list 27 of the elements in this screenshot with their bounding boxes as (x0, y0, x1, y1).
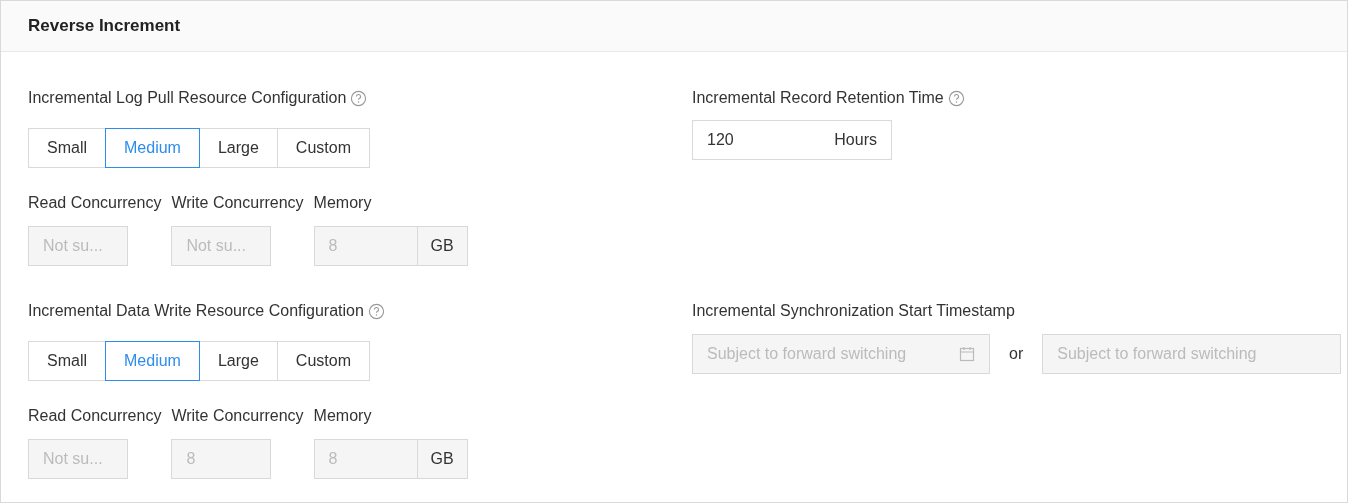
unit-label: Hours (834, 131, 877, 149)
field-label: Write Concurrency (171, 406, 304, 426)
retention-input[interactable]: 120 (693, 121, 813, 159)
size-option[interactable]: Large (198, 128, 278, 168)
card-title: Reverse Increment (28, 16, 181, 36)
unit-addon: GB (417, 439, 468, 479)
size-option[interactable]: Small (28, 128, 106, 168)
separator-text: or (1009, 345, 1024, 363)
size-option[interactable]: Custom (276, 128, 370, 168)
section-label: Incremental Data Write Resource Configuration (28, 302, 364, 320)
field-label: Read Concurrency (28, 193, 162, 213)
field-label: Write Concurrency (171, 193, 304, 213)
section-label: Incremental Log Pull Resource Configuration (28, 89, 347, 107)
field-label: Read Concurrency (28, 406, 162, 426)
help-icon[interactable] (367, 302, 385, 320)
unit-addon: GB (417, 226, 468, 266)
retention-field[interactable]: 120 Hours (692, 120, 892, 160)
size-option[interactable]: Small (28, 341, 106, 381)
calendar-icon (959, 346, 975, 362)
size-option[interactable]: Custom (276, 341, 370, 381)
field-label: Incremental Synchronization Start Timestamp (692, 302, 1015, 320)
field-label: Memory (313, 193, 373, 213)
size-option[interactable]: Large (198, 341, 278, 381)
help-icon[interactable] (947, 89, 965, 107)
field-label: Incremental Record Retention Time (692, 89, 944, 107)
field-label: Memory (313, 406, 373, 426)
help-icon[interactable] (350, 89, 368, 107)
